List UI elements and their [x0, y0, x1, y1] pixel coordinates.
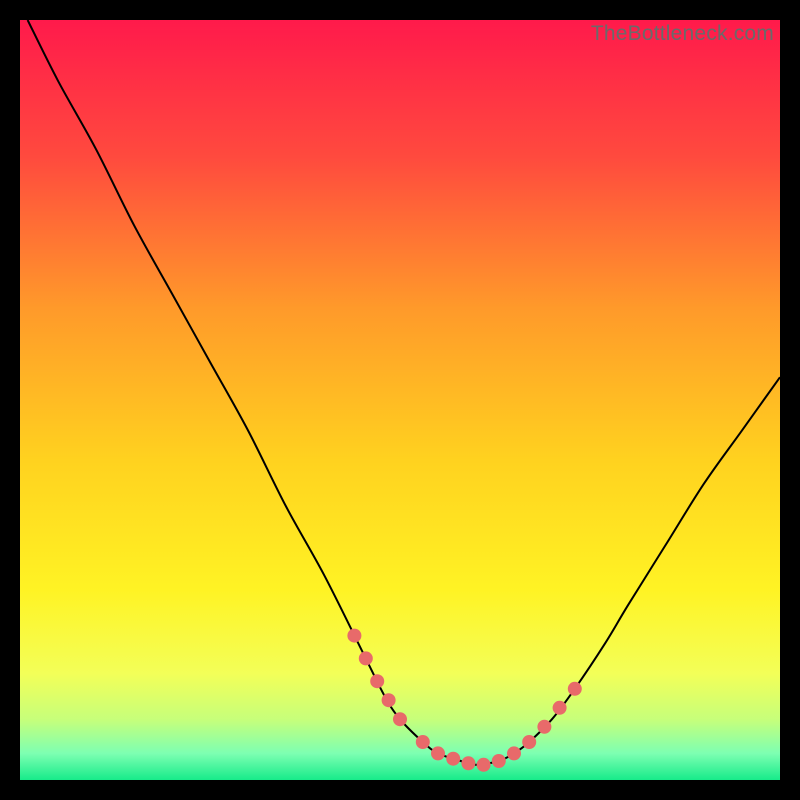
highlight-point: [537, 720, 551, 734]
highlight-point: [359, 651, 373, 665]
highlight-point: [507, 746, 521, 760]
watermark-text: TheBottleneck.com: [591, 22, 774, 46]
chart-frame: TheBottleneck.com: [20, 20, 780, 780]
highlight-point: [492, 754, 506, 768]
highlight-point: [416, 735, 430, 749]
highlight-point: [393, 712, 407, 726]
highlight-point: [446, 752, 460, 766]
highlight-point: [477, 758, 491, 772]
chart-svg: [20, 20, 780, 780]
highlight-point: [461, 756, 475, 770]
highlight-point: [382, 693, 396, 707]
highlight-point: [431, 746, 445, 760]
highlight-point: [370, 674, 384, 688]
highlight-point: [568, 682, 582, 696]
gradient-background: [20, 20, 780, 780]
highlight-point: [522, 735, 536, 749]
highlight-point: [347, 629, 361, 643]
highlight-point: [553, 701, 567, 715]
